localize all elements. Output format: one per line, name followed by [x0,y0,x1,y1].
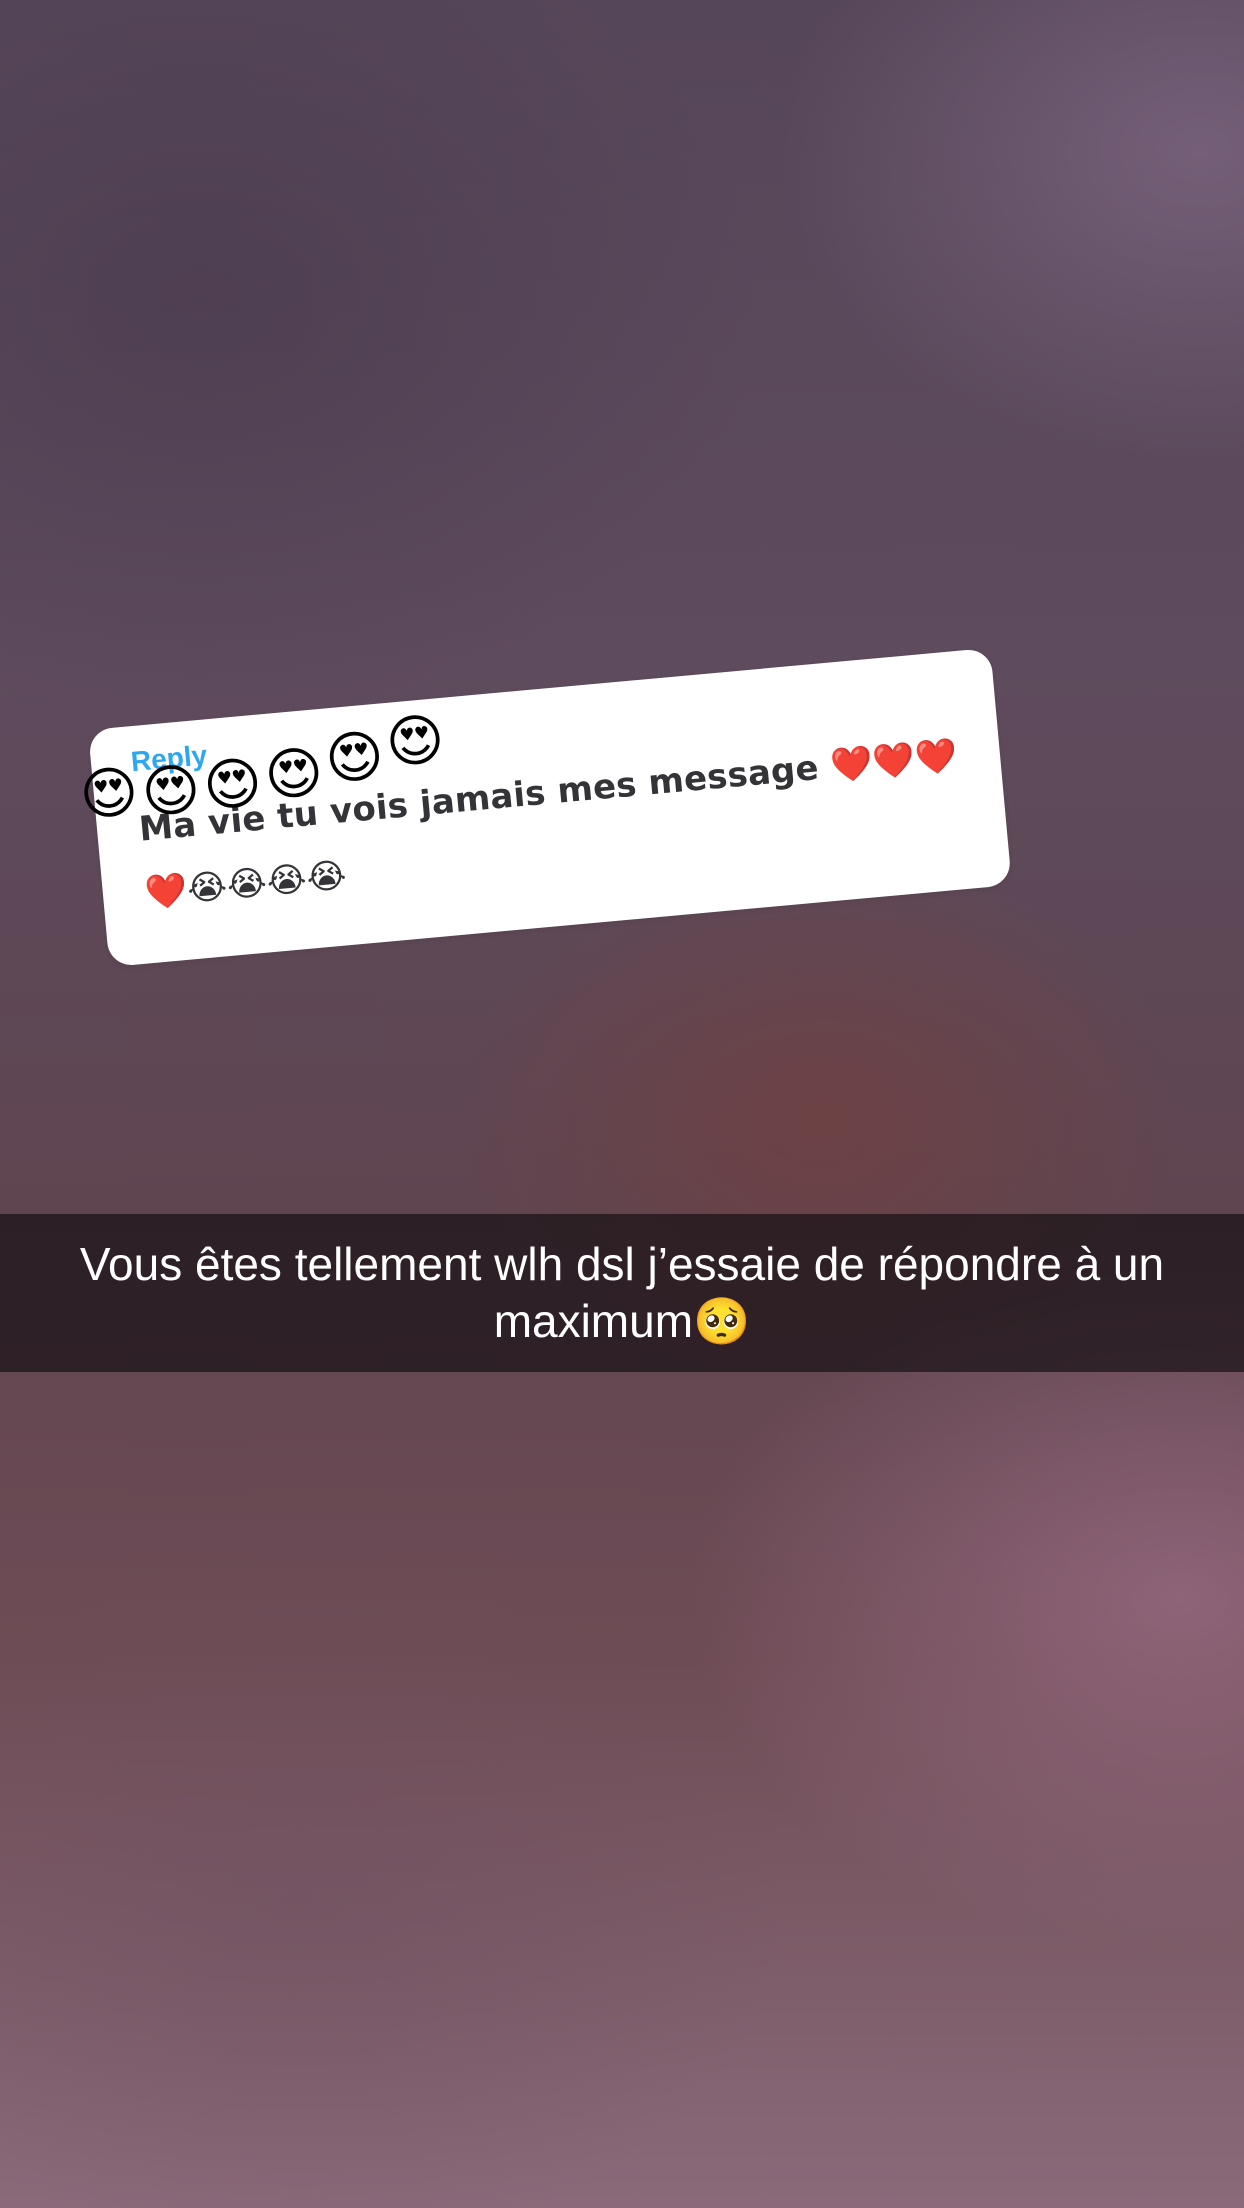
heart-eyes-emoji-icon: 😍 [138,756,204,828]
caption-text: Vous êtes tellement wlh dsl j’essaie de … [79,1238,1165,1347]
heart-eyes-emoji-icon: 😍 [322,722,388,794]
heart-eyes-emoji-icon: 😍 [382,706,448,778]
heart-eyes-emoji-icon: 😍 [261,739,327,811]
heart-eyes-emoji-icon: 😍 [200,749,266,821]
heart-eyes-emoji-icon: 😍 [76,758,142,830]
story-canvas[interactable]: Reply Ma vie tu vois jamais mes message … [0,0,1244,2208]
caption-bar[interactable]: Vous êtes tellement wlh dsl j’essaie de … [0,1214,1244,1372]
